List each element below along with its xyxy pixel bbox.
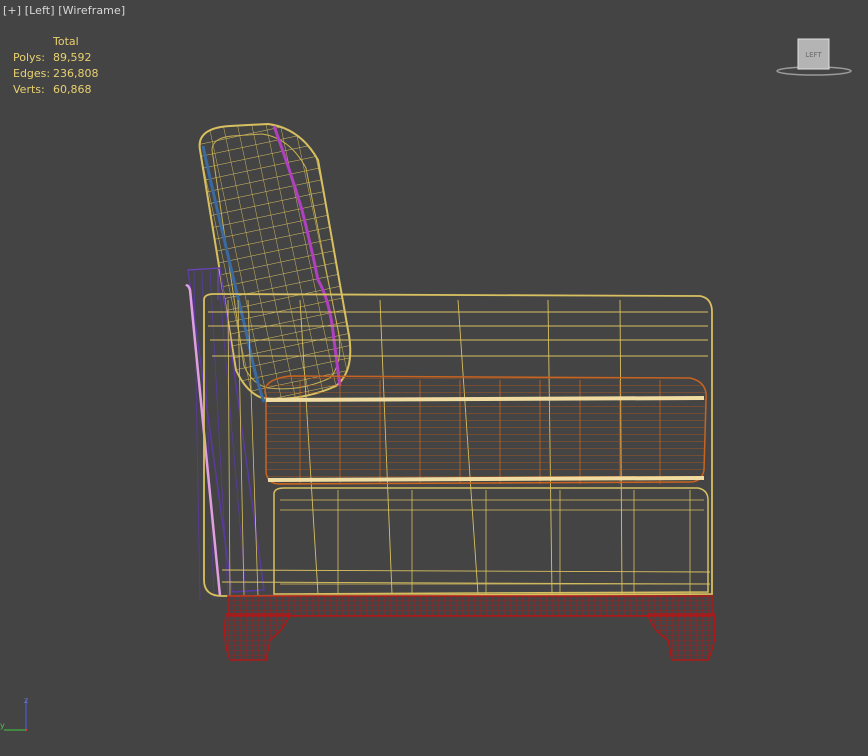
z-axis-label: z bbox=[24, 696, 28, 705]
seat-cushion-wireframe[interactable] bbox=[264, 375, 707, 485]
axis-tripod-gizmo: z y bbox=[0, 696, 28, 731]
rear-leg-wireframe[interactable] bbox=[647, 613, 716, 661]
base-rail-wireframe[interactable] bbox=[227, 595, 713, 617]
back-frame-edge-pink bbox=[185, 284, 222, 597]
front-leg-wireframe[interactable] bbox=[223, 613, 292, 661]
seat-piping-bottom bbox=[267, 476, 705, 482]
base-box-wireframe[interactable] bbox=[273, 487, 709, 595]
wireframe-viewport[interactable]: [+] [Left] [Wireframe] Total Polys: 89,5… bbox=[0, 0, 868, 756]
seat-piping-top bbox=[265, 396, 705, 402]
y-axis-label: y bbox=[0, 721, 5, 730]
sofa-wireframe-model[interactable] bbox=[0, 0, 868, 756]
